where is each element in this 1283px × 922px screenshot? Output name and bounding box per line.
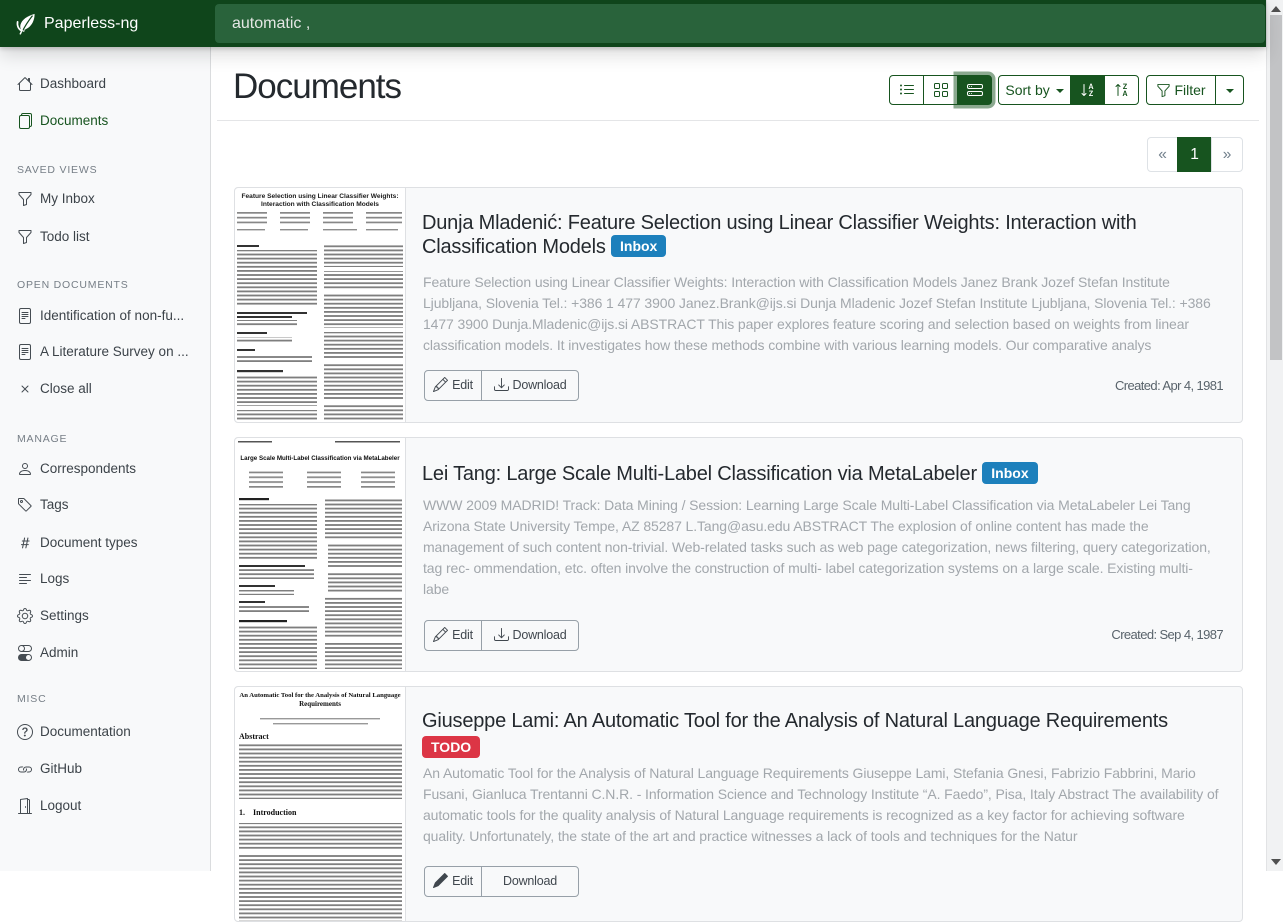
svg-text:Interaction with Classificatio: Interaction with Classification Models <box>261 201 379 208</box>
svg-text:Feature Selection using Linear: Feature Selection using Linear Classifie… <box>241 193 398 200</box>
svg-text:Large Scale Multi-Label Classi: Large Scale Multi-Label Classification v… <box>240 455 400 462</box>
svg-text:Abstract: Abstract <box>239 732 269 741</box>
svg-text:An Automatic Tool for the Anal: An Automatic Tool for the Analysis of Na… <box>239 692 400 699</box>
svg-text:Requirements: Requirements <box>299 700 341 708</box>
svg-text:1. Introduction: 1. Introduction <box>239 808 297 817</box>
